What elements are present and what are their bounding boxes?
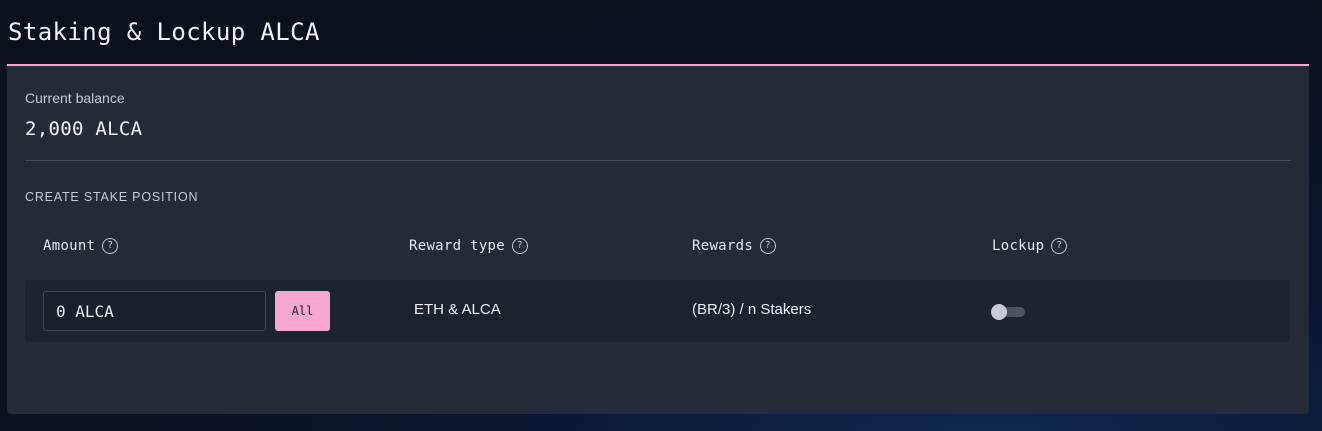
help-icon[interactable]: ?	[760, 238, 777, 254]
column-header-rewards: Rewards ?	[692, 238, 777, 254]
help-icon[interactable]: ?	[102, 238, 119, 254]
column-header-reward-type-label: Reward type	[409, 238, 506, 254]
stake-position-row: All ETH & ALCA (BR/3) / n Stakers	[25, 280, 1290, 342]
divider	[25, 160, 1291, 161]
column-header-lockup-label: Lockup	[992, 238, 1045, 254]
help-icon[interactable]: ?	[512, 238, 529, 254]
column-header-amount: Amount ?	[43, 238, 119, 254]
amount-input[interactable]	[43, 291, 266, 331]
lockup-toggle-knob	[991, 304, 1007, 320]
help-icon[interactable]: ?	[1051, 238, 1068, 254]
column-header-rewards-label: Rewards	[692, 238, 754, 254]
section-label: CREATE STAKE POSITION	[25, 190, 199, 204]
all-button[interactable]: All	[275, 291, 330, 331]
column-header-lockup: Lockup ?	[992, 238, 1068, 254]
lockup-toggle[interactable]	[991, 304, 1025, 320]
column-header-amount-label: Amount	[43, 238, 96, 254]
column-header-reward-type: Reward type ?	[409, 238, 529, 254]
reward-type-value: ETH & ALCA	[414, 301, 501, 318]
stake-panel: Current balance 2,000 ALCA CREATE STAKE …	[7, 64, 1309, 414]
balance-value: 2,000 ALCA	[25, 118, 143, 140]
balance-label: Current balance	[25, 90, 125, 106]
page-title: Staking & Lockup ALCA	[8, 18, 320, 46]
rewards-value: (BR/3) / n Stakers	[692, 301, 812, 318]
